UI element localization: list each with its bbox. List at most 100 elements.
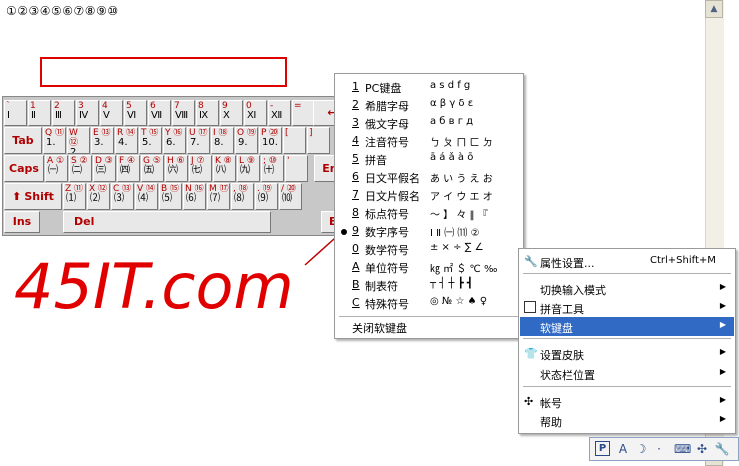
soft-keyboard-icon[interactable]: ⌨ [674, 441, 691, 457]
soft-keyboard-option[interactable]: 8 标点符号 ～ 】 々 ‖ 『 [335, 204, 523, 222]
menu-item-help[interactable]: 帮助 ▶ [520, 411, 734, 430]
keyboard-key[interactable]: I ⑱ 8. [211, 127, 234, 154]
keyboard-key[interactable]: E ⑬ 3. [91, 127, 114, 154]
keyboard-key[interactable]: P ⑳ 10. [259, 127, 282, 154]
keyboard-key[interactable]: ; ⑩㈩ [261, 155, 284, 182]
key-bottom-label: Ⅵ [127, 110, 137, 121]
menu-item-account[interactable]: ✣ 帐号 ▶ [520, 392, 734, 411]
wrench-icon[interactable]: 🔧 [714, 441, 730, 457]
keyboard-key[interactable]: O ⑲ 9. [235, 127, 258, 154]
menu-item-properties[interactable]: 🔧 属性设置... Ctrl+Shift+M [520, 252, 734, 271]
keyboard-key[interactable]: -Ⅻ [268, 100, 291, 126]
option-label: 希腊字母 [365, 100, 409, 113]
keyboard-key[interactable]: B ⑮⑸ [159, 183, 182, 210]
scroll-up-button[interactable]: ▲ [705, 0, 723, 18]
key-bottom-label: Ⅺ [247, 110, 257, 121]
keyboard-key[interactable]: 0Ⅺ [244, 100, 267, 126]
option-hotkey: 7 [352, 188, 359, 201]
space-key[interactable]: Del [63, 211, 271, 233]
submenu-arrow-icon: ▶ [719, 414, 726, 423]
keyboard-key[interactable]: L ⑨㈨ [237, 155, 260, 182]
key-bottom-label: 10. [262, 137, 278, 148]
pinyin-logo-icon[interactable]: P [595, 441, 610, 456]
keyboard-key[interactable]: H ⑥㈥ [165, 155, 188, 182]
key-bottom-label: ㈦ [192, 165, 202, 176]
option-label: 数字序号 [365, 226, 409, 239]
keyboard-key[interactable]: 5Ⅵ [124, 100, 147, 126]
soft-keyboard-option[interactable]: A 单位符号 ㎏ ㎡ ＄ ℃ ‰ [335, 258, 523, 276]
ins-key[interactable]: Ins [4, 211, 40, 233]
keyboard-key[interactable]: R ⑭ 4. [115, 127, 138, 154]
submenu-arrow-icon: ▶ [719, 395, 726, 404]
keyboard-key[interactable]: C ⑬⑶ [111, 183, 134, 210]
keyboard-key[interactable]: Q ⑪ 1. [43, 127, 66, 154]
keyboard-key[interactable]: 4Ⅴ [100, 100, 123, 126]
close-soft-keyboard-item[interactable]: 关闭软键盘 [335, 318, 523, 336]
keyboard-key[interactable]: K ⑧㈧ [213, 155, 236, 182]
menu-item-status-position[interactable]: 状态栏位置 ▶ [520, 364, 734, 383]
soft-keyboard-option[interactable]: 6 日文平假名あ い う え お [335, 168, 523, 186]
soft-keyboard-option[interactable]: 3 俄文字母 а б в г д [335, 114, 523, 132]
keyboard-key[interactable]: , ⑱⑻ [231, 183, 254, 210]
key-bottom-label: ⑶ [114, 193, 124, 204]
menu-separator [339, 316, 519, 317]
keyboard-key[interactable]: 3Ⅳ [76, 100, 99, 126]
soft-keyboard-option[interactable]: 1 PC键盘 a s d f g [335, 78, 523, 96]
soft-keyboard-option[interactable]: 7 日文片假名ア イ ウ エ オ [335, 186, 523, 204]
keyboard-key[interactable]: A ①㈠ [45, 155, 68, 182]
soft-keyboard-option[interactable]: 9 数字序号 Ⅰ Ⅱ ㈠ ⑾ ② [335, 222, 523, 240]
key-bottom-label: 7. [190, 137, 200, 148]
keyboard-key[interactable]: V ⑭⑷ [135, 183, 158, 210]
keyboard-key[interactable]: N ⑯⑹ [183, 183, 206, 210]
option-sample: ā á ǎ à ō [430, 152, 474, 163]
soft-keyboard-option[interactable]: 4 注音符号 ㄅ ㄆ ㄇ ㄈ ㄉ [335, 132, 523, 150]
keyboard-key[interactable]: S ②㈡ [69, 155, 92, 182]
keyboard-key[interactable]: J ⑦㈦ [189, 155, 212, 182]
soft-keyboard-option[interactable]: B 制表符 ┬ ┤ ┼ ┣ ┫ [335, 276, 523, 294]
keyboard-key[interactable]: . ⑲⑼ [255, 183, 278, 210]
keyboard-key[interactable]: Y ⑯ 6. [163, 127, 186, 154]
keyboard-key[interactable]: Z ⑪⑴ [63, 183, 86, 210]
keyboard-key[interactable]: D ③㈢ [93, 155, 116, 182]
key-bottom-label: 9. [238, 137, 248, 148]
soft-keyboard-option[interactable]: C 特殊符号 ◎ № ☆ ♠ ♀ [335, 294, 523, 312]
menu-item-pinyin-tools[interactable]: 拼音工具 ▶ [520, 298, 734, 317]
key-top-label: W ⑫ [69, 128, 79, 148]
soft-keyboard-option[interactable]: 2 希腊字母 α β γ δ ε [335, 96, 523, 114]
key-top-label: ] [309, 128, 313, 138]
keyboard-key[interactable]: T ⑮ 5. [139, 127, 162, 154]
option-sample: а б в г д [430, 116, 474, 127]
option-label: 拼音 [365, 154, 387, 167]
keyboard-key[interactable]: 1Ⅱ [28, 100, 51, 126]
soft-keyboard-option[interactable]: 0 数学符号 ± × ÷ ∑ ∠ [335, 240, 523, 258]
keyboard-key[interactable]: M ⑰⑺ [207, 183, 230, 210]
keyboard-key[interactable]: / ⑳⑽ [279, 183, 302, 210]
keyboard-key[interactable]: W ⑫ 2. [67, 127, 90, 154]
menu-item-soft-keyboard[interactable]: 软键盘 ▶ [520, 317, 734, 336]
keyboard-key[interactable]: 2Ⅲ [52, 100, 75, 126]
keyboard-key[interactable]: 9Ⅹ [220, 100, 243, 126]
keyboard-key[interactable]: U ⑰ 7. [187, 127, 210, 154]
keyboard-key[interactable]: ' [285, 155, 308, 182]
keyboard-key[interactable]: [ [283, 127, 306, 154]
keyboard-key[interactable]: = [292, 100, 315, 126]
menu-item-switch-mode[interactable]: 切换输入模式 ▶ [520, 279, 734, 298]
punctuation-icon[interactable]: · [651, 441, 667, 457]
option-label: PC键盘 [365, 82, 402, 95]
keyboard-key[interactable]: 8Ⅸ [196, 100, 219, 126]
shift-key[interactable]: ⬆ Shift [4, 183, 62, 210]
keyboard-key[interactable]: 6Ⅶ [148, 100, 171, 126]
tab-key[interactable]: Tab [4, 127, 42, 154]
soft-keyboard-option[interactable]: 5 拼音 ā á ǎ à ō [335, 150, 523, 168]
caps-key[interactable]: Caps [4, 155, 44, 182]
input-mode-a-icon[interactable]: A [615, 441, 631, 457]
account-icon[interactable]: ✣ [694, 441, 710, 457]
menu-item-skin[interactable]: 👕 设置皮肤 ▶ [520, 344, 734, 363]
keyboard-key[interactable]: ] [307, 127, 330, 154]
keyboard-key[interactable]: X ⑫⑵ [87, 183, 110, 210]
keyboard-key[interactable]: G ⑤㈤ [141, 155, 164, 182]
keyboard-key[interactable]: F ④㈣ [117, 155, 140, 182]
moon-icon[interactable]: ☽ [633, 441, 649, 457]
keyboard-key[interactable]: 7Ⅷ [172, 100, 195, 126]
keyboard-key[interactable]: ` Ⅰ [4, 100, 27, 126]
